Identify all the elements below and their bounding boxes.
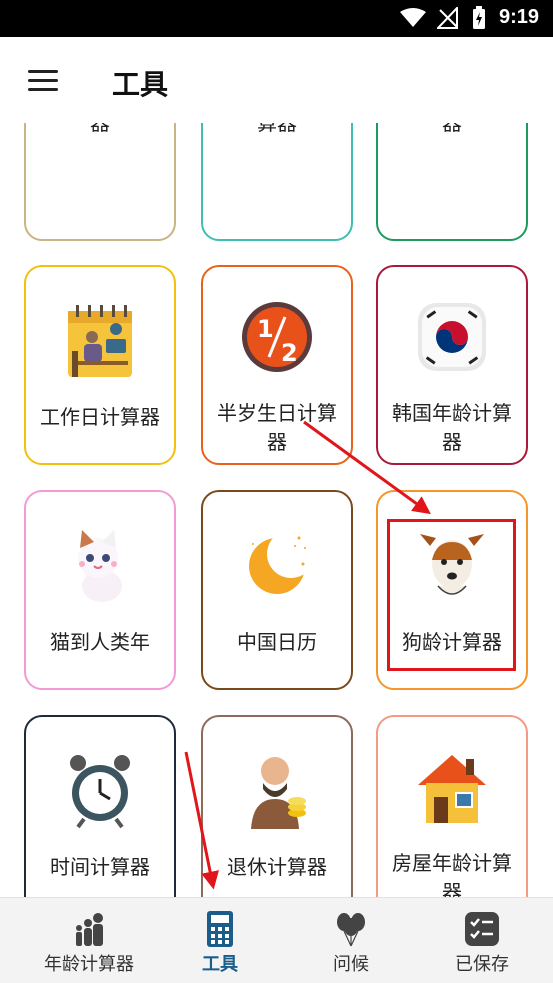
tool-label: 韩国年龄计算器: [392, 401, 512, 454]
half-badge-icon: 1 2: [239, 299, 315, 381]
nav-item-greetings[interactable]: 问候: [282, 898, 420, 983]
tool-label: 半岁生日计算器: [217, 401, 337, 454]
battery-charging-icon: [473, 6, 485, 29]
dog-icon: [414, 524, 490, 606]
tool-label: 房屋年龄计算器: [392, 851, 512, 897]
nav-label: 年龄计算器: [44, 954, 134, 975]
tool-label: 狗龄计算器: [402, 630, 502, 654]
cat-icon: [62, 524, 138, 606]
tool-card-half-birthday[interactable]: 1 2 半岁生日计算器: [201, 265, 353, 465]
nav-item-tools[interactable]: 工具: [151, 898, 289, 983]
nav-label: 问候: [333, 954, 369, 975]
tool-label: 皮尔逊年龄计算器: [257, 123, 297, 135]
checklist-icon: [465, 912, 499, 946]
workday-calendar-icon: [62, 299, 138, 381]
svg-text:2: 2: [281, 339, 298, 367]
tool-card-korean[interactable]: 韩国年龄计算器: [376, 265, 528, 465]
hamburger-menu-icon[interactable]: [28, 70, 58, 92]
korea-flag-icon: [414, 299, 490, 381]
tool-card-parkinson[interactable]: 皮尔逊年龄计算器: [201, 123, 353, 241]
screen: 9:19 工具 婴儿年龄计算器 皮尔逊年龄计算器 年龄事实计算器: [0, 0, 553, 983]
balloons-icon: [337, 913, 365, 947]
tool-label: 婴儿年龄计算器: [90, 123, 110, 135]
svg-text:1: 1: [257, 315, 274, 343]
tool-card-baby[interactable]: 婴儿年龄计算器: [24, 123, 176, 241]
tool-label: 退休计算器: [227, 855, 327, 879]
tool-label: 猫到人类年: [50, 630, 150, 654]
nav-label: 工具: [202, 954, 238, 975]
tools-grid: 婴儿年龄计算器 皮尔逊年龄计算器 年龄事实计算器: [0, 123, 553, 897]
alarm-clock-icon: [62, 749, 138, 831]
nav-item-age-calculator[interactable]: 年龄计算器: [20, 898, 158, 983]
status-time: 9:19: [498, 6, 539, 28]
tool-card-house[interactable]: 房屋年龄计算器: [376, 715, 528, 897]
tool-card-cat[interactable]: 猫到人类年: [24, 490, 176, 690]
tool-label: 年龄事实计算器: [442, 123, 462, 135]
app-bar: 工具: [0, 37, 553, 123]
tool-card-time[interactable]: 时间计算器: [24, 715, 176, 897]
calculator-icon: [207, 911, 233, 947]
nav-item-saved[interactable]: 已保存: [413, 898, 551, 983]
tool-card-dog[interactable]: 狗龄计算器: [376, 490, 528, 690]
status-bar: 9:19: [0, 0, 553, 37]
wifi-icon: [400, 8, 426, 27]
retiree-icon: [239, 749, 315, 831]
house-icon: [414, 749, 490, 831]
page-title: 工具: [112, 68, 169, 101]
tool-label: 时间计算器: [50, 855, 150, 879]
tool-card-retire[interactable]: 退休计算器: [201, 715, 353, 897]
tool-card-fact[interactable]: 年龄事实计算器: [376, 123, 528, 241]
nav-label: 已保存: [455, 954, 509, 975]
bottom-nav: 年龄计算器 工具 问候 已保存: [0, 897, 553, 983]
tool-label: 中国日历: [237, 630, 317, 654]
family-icon: [76, 913, 103, 946]
no-signal-icon: [437, 7, 458, 29]
tool-card-workday[interactable]: 工作日计算器: [24, 265, 176, 465]
tool-card-lunar[interactable]: 中国日历: [201, 490, 353, 690]
tool-label: 工作日计算器: [40, 405, 160, 429]
moon-icon: [239, 524, 315, 606]
